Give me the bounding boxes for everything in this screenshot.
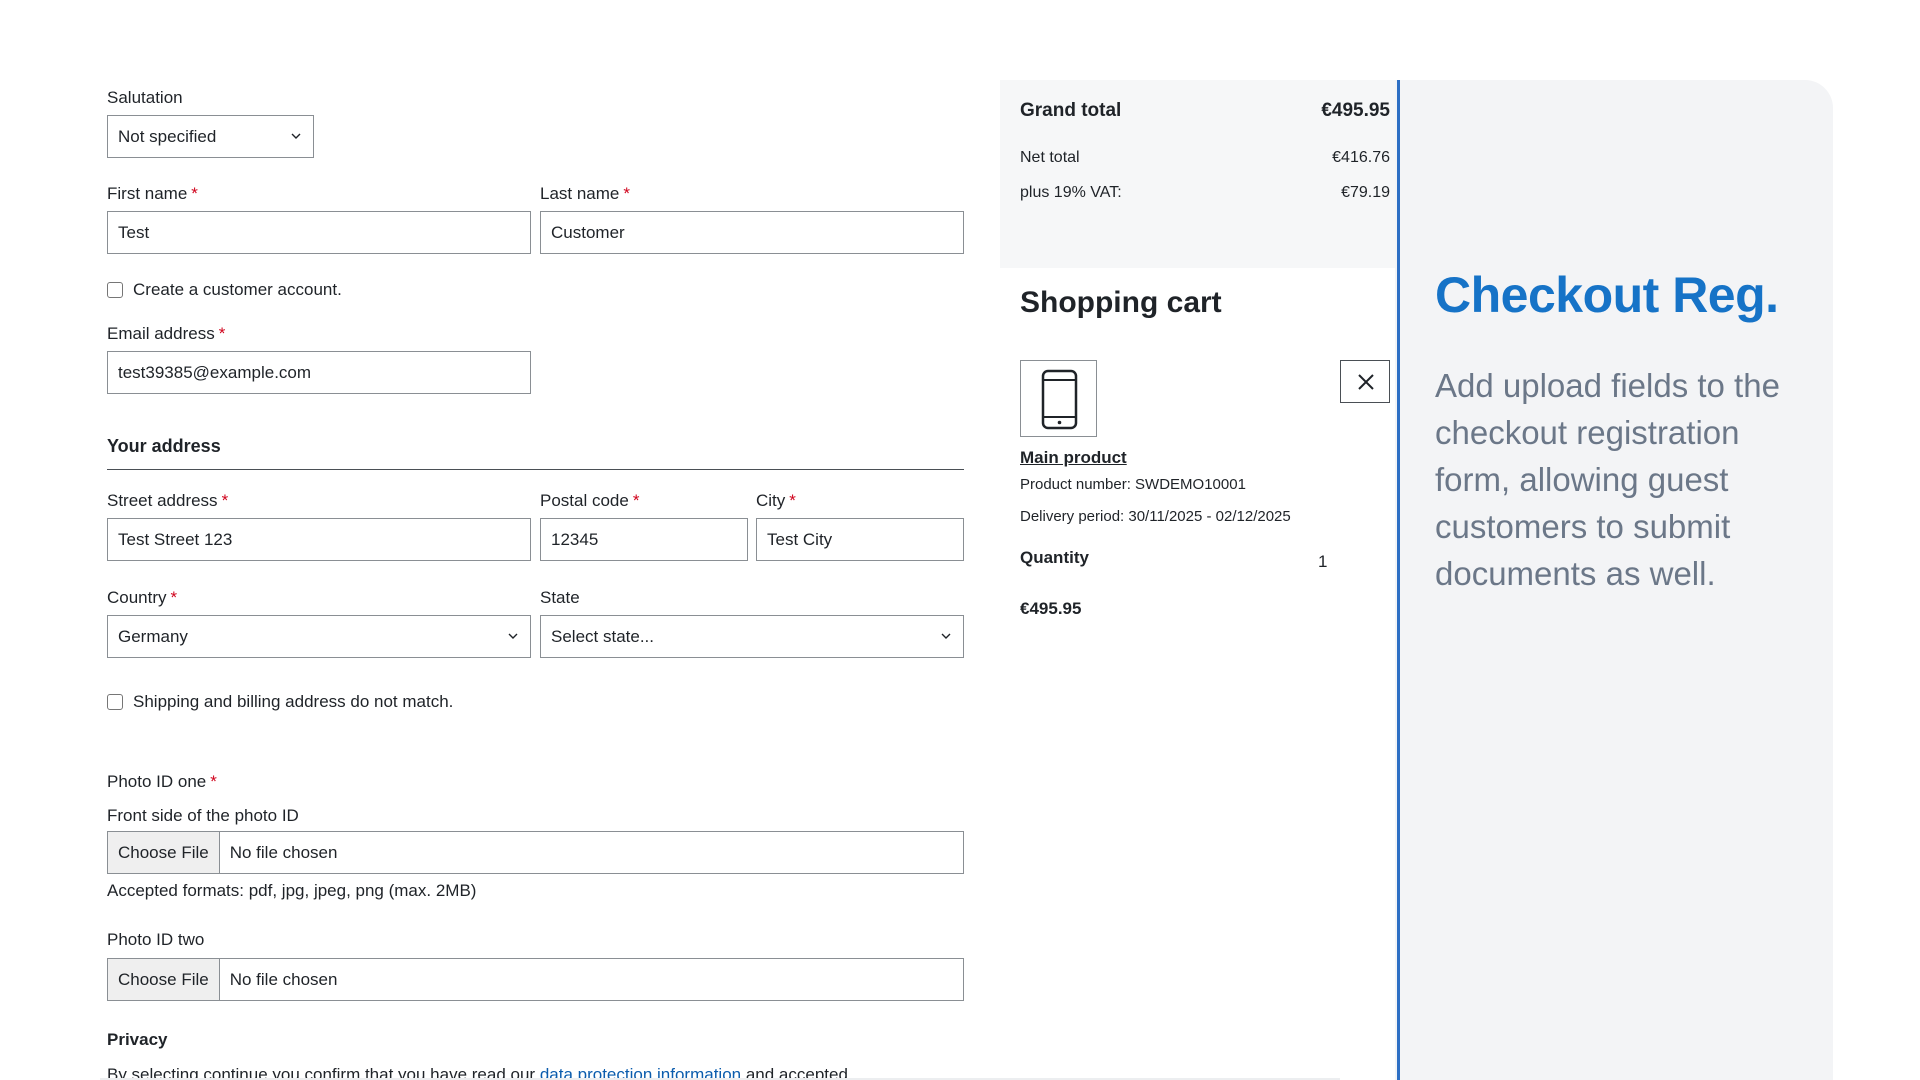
email-label: Email address *	[107, 324, 226, 343]
city-input[interactable]: Test City	[756, 518, 964, 561]
shipping-mismatch-label: Shipping and billing address do not matc…	[133, 692, 454, 711]
shopping-cart-title: Shopping cart	[1020, 286, 1222, 319]
panel-divider	[1397, 80, 1400, 1080]
required-marker: *	[632, 491, 640, 510]
net-total-value: €416.76	[1332, 149, 1390, 166]
salutation-value: Not specified	[118, 127, 217, 146]
product-name-link[interactable]: Main product	[1020, 448, 1127, 468]
required-marker: *	[623, 184, 631, 203]
choose-file-button[interactable]: Choose File	[108, 959, 220, 1000]
line-item-price: €495.95	[1020, 599, 1082, 618]
first-name-label: First name *	[107, 184, 198, 203]
accepted-formats-help: Accepted formats: pdf, jpg, jpeg, png (m…	[107, 881, 477, 900]
delivery-period: Delivery period: 30/11/2025 - 02/12/2025	[1020, 508, 1291, 525]
street-label: Street address *	[107, 491, 229, 510]
required-marker: *	[170, 588, 178, 607]
chevron-down-icon	[291, 133, 301, 139]
file-status: No file chosen	[229, 843, 338, 862]
chevron-down-icon	[508, 633, 518, 639]
last-name-input[interactable]: Customer	[540, 211, 964, 254]
checkbox[interactable]	[107, 282, 123, 298]
quantity-label: Quantity	[1020, 548, 1089, 567]
required-marker: *	[221, 491, 229, 510]
grand-total-row: Grand total €495.95	[1020, 100, 1390, 122]
street-input[interactable]: Test Street 123	[107, 518, 531, 561]
promo-title: Checkout Reg.	[1435, 267, 1779, 323]
product-number: Product number: SWDEMO10001	[1020, 476, 1246, 493]
net-total-label: Net total	[1020, 149, 1080, 166]
vat-value: €79.19	[1341, 184, 1390, 201]
postal-code-input[interactable]: 12345	[540, 518, 748, 561]
photo-id-two-file-input[interactable]: Choose File No file chosen	[107, 958, 964, 1001]
grand-total-label: Grand total	[1020, 100, 1122, 121]
required-marker: *	[789, 491, 796, 510]
create-account-checkbox[interactable]: Create a customer account.	[107, 280, 342, 300]
state-value: Select state...	[551, 627, 654, 646]
product-thumbnail[interactable]	[1020, 360, 1097, 437]
salutation-label: Salutation	[107, 88, 183, 107]
address-heading: Your address	[107, 436, 221, 456]
net-total-row: Net total €416.76	[1020, 149, 1390, 167]
country-select[interactable]: Germany	[107, 615, 531, 658]
section-divider	[107, 469, 964, 470]
city-label: City *	[756, 491, 796, 510]
chevron-down-icon	[941, 633, 951, 639]
last-name-label: Last name *	[540, 184, 631, 203]
state-label: State	[540, 588, 580, 607]
first-name-input[interactable]: Test	[107, 211, 531, 254]
vat-row: plus 19% VAT: €79.19	[1020, 184, 1390, 202]
file-status: No file chosen	[229, 970, 338, 989]
photo-id-two-label: Photo ID two	[107, 930, 205, 949]
create-account-label: Create a customer account.	[133, 280, 342, 299]
shipping-mismatch-checkbox[interactable]: Shipping and billing address do not matc…	[107, 692, 453, 712]
promo-description: Add upload fields to the checkout regist…	[1435, 367, 1780, 592]
country-value: Germany	[118, 627, 188, 646]
photo-id-one-sublabel: Front side of the photo ID	[107, 806, 299, 825]
salutation-select[interactable]: Not specified	[107, 115, 314, 158]
state-select[interactable]: Select state...	[540, 615, 964, 658]
postal-code-label: Postal code *	[540, 491, 640, 510]
country-label: Country *	[107, 588, 178, 607]
vat-label: plus 19% VAT:	[1020, 184, 1122, 201]
photo-id-one-file-input[interactable]: Choose File No file chosen	[107, 831, 964, 874]
photo-id-one-label: Photo ID one *	[107, 772, 217, 791]
quantity-value: 1	[1318, 552, 1328, 571]
grand-total-value: €495.95	[1321, 100, 1390, 121]
close-icon	[1358, 374, 1374, 390]
choose-file-button[interactable]: Choose File	[108, 832, 220, 873]
remove-item-button[interactable]	[1340, 360, 1390, 403]
required-marker: *	[218, 324, 226, 343]
required-marker: *	[191, 184, 198, 203]
smartphone-icon	[1041, 369, 1078, 430]
checkbox[interactable]	[107, 694, 123, 710]
email-field[interactable]: test39385@example.com	[107, 351, 531, 394]
required-marker: *	[210, 772, 217, 791]
privacy-heading: Privacy	[107, 1030, 168, 1049]
